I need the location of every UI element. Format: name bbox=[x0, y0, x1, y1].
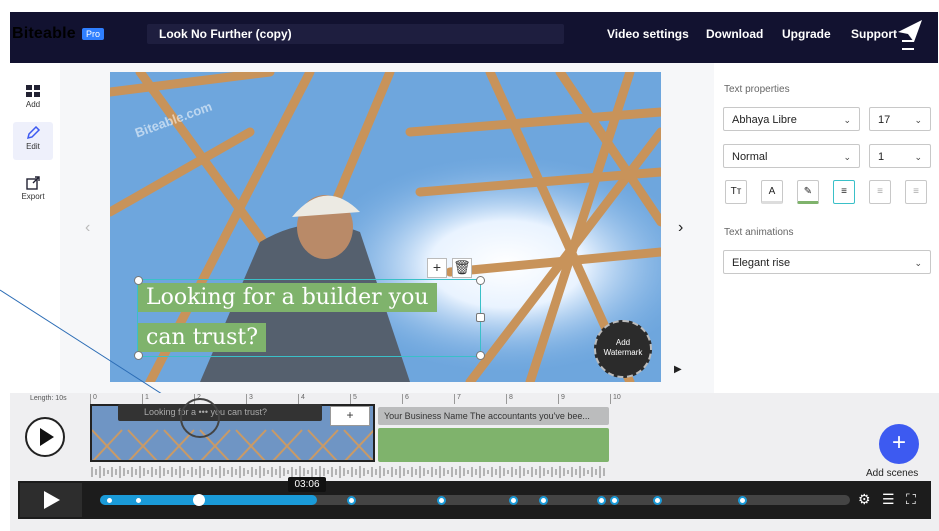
marker-dot[interactable] bbox=[509, 496, 518, 505]
add-scene-button[interactable]: + bbox=[879, 424, 919, 464]
marker-dot[interactable] bbox=[539, 496, 548, 505]
marker-dot[interactable] bbox=[105, 496, 114, 505]
fullscreen-icon[interactable]: ⛶ bbox=[906, 491, 916, 508]
marker-dot[interactable] bbox=[597, 496, 606, 505]
marker-dot[interactable] bbox=[610, 496, 619, 505]
add-scenes-label: Add scenes bbox=[866, 468, 919, 479]
time-tooltip: 03:06 bbox=[288, 477, 326, 492]
marker-dot[interactable] bbox=[653, 496, 662, 505]
marker-dot[interactable] bbox=[437, 496, 446, 505]
chapters-icon[interactable]: ☰ bbox=[882, 491, 895, 508]
timeline-ruler: 0 1 2 3 4 5 6 7 8 9 10 bbox=[90, 394, 630, 404]
scene-clip-2[interactable] bbox=[378, 428, 609, 462]
marker-dot[interactable] bbox=[134, 496, 143, 505]
audio-waveform[interactable] bbox=[90, 465, 610, 479]
seek-progress bbox=[100, 495, 317, 505]
marker-dot[interactable] bbox=[738, 496, 747, 505]
marker-dot[interactable] bbox=[347, 496, 356, 505]
play-icon bbox=[44, 491, 60, 509]
play-icon bbox=[40, 428, 54, 446]
seek-knob[interactable] bbox=[193, 494, 205, 506]
clip-1-label[interactable]: Looking for a ••• you can trust? bbox=[118, 404, 322, 421]
cursor-highlight bbox=[180, 398, 220, 438]
add-clip-button[interactable]: + bbox=[330, 406, 370, 426]
player-play-button[interactable] bbox=[20, 483, 82, 517]
gear-icon[interactable]: ⚙ bbox=[858, 491, 871, 508]
length-label: Length: 10s bbox=[30, 395, 67, 402]
clip-2-label[interactable]: Your Business Name The accountants you'v… bbox=[378, 407, 609, 425]
timeline-play-button[interactable] bbox=[25, 417, 65, 457]
